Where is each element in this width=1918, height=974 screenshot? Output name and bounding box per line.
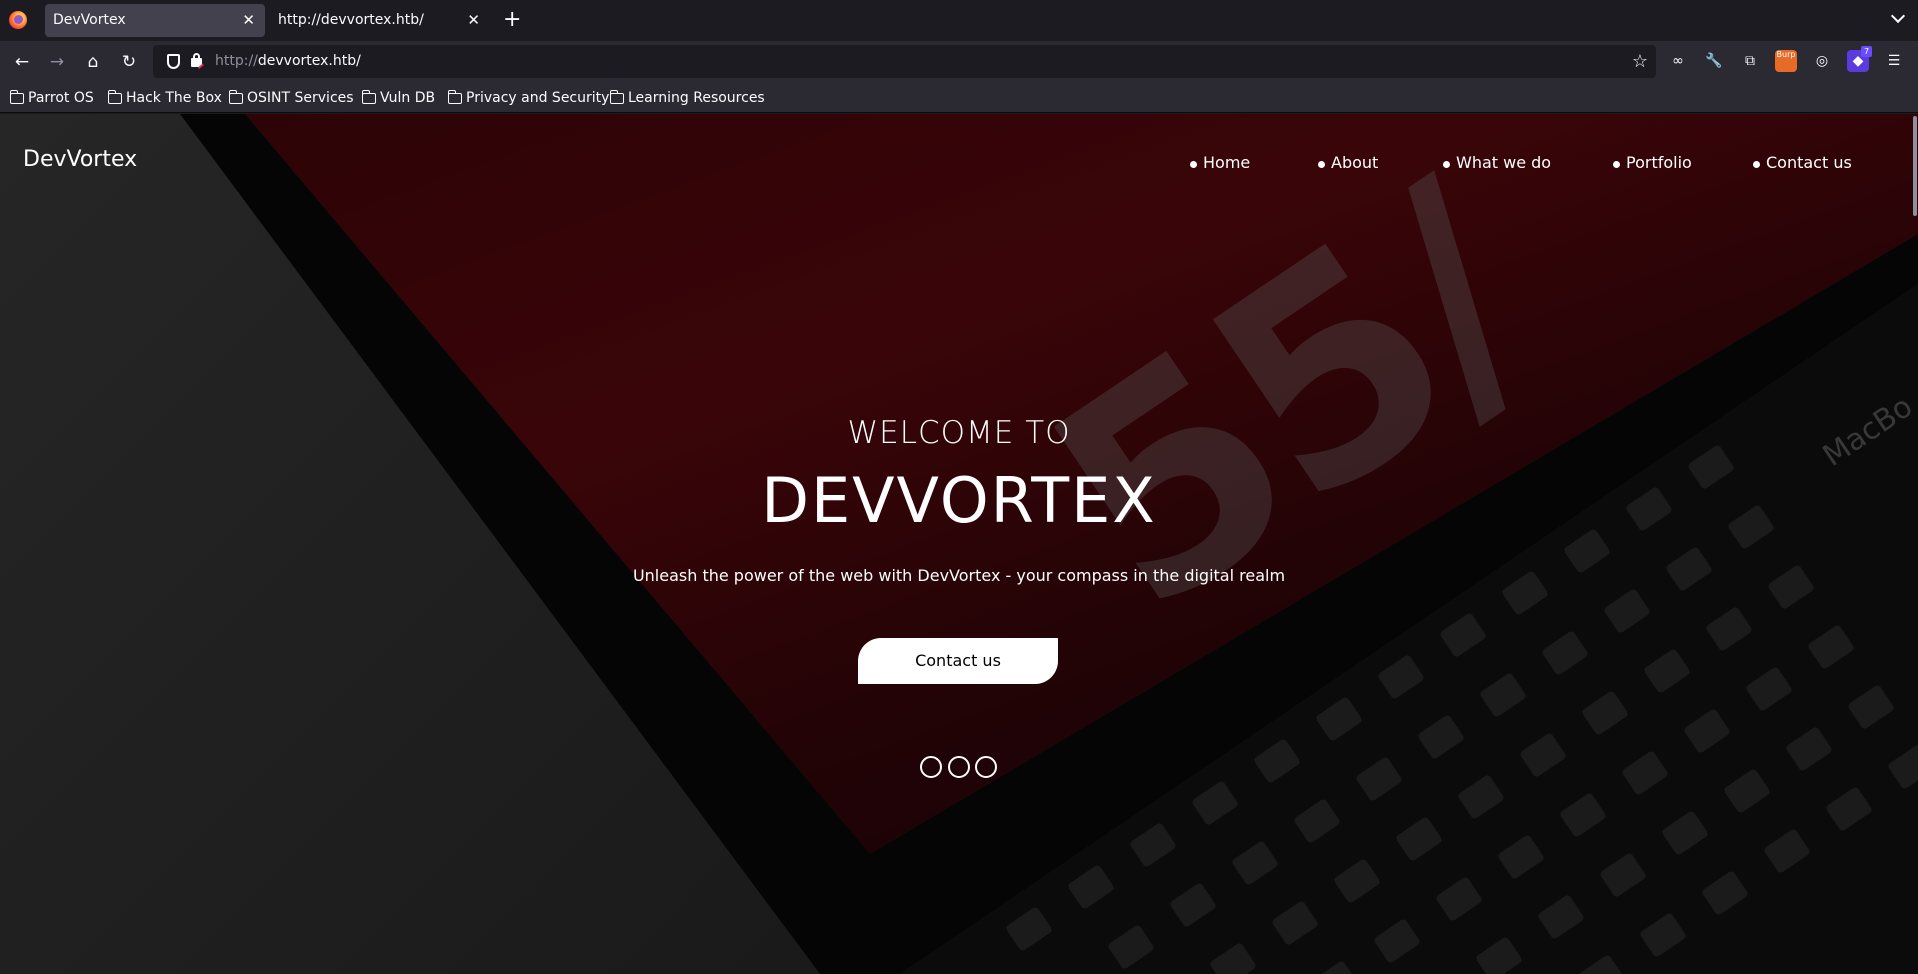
folder-icon xyxy=(9,90,24,104)
back-arrow-icon[interactable]: ← xyxy=(9,49,35,75)
home-icon[interactable]: ⌂ xyxy=(80,49,106,75)
bookmark-vuln-db[interactable]: Vuln DB xyxy=(361,88,436,108)
url-bar[interactable]: http://devvortex.htb/ ☆ xyxy=(153,45,1656,78)
forward-arrow-icon[interactable]: → xyxy=(44,49,70,75)
hero-tagline: Unleash the power of the web with DevVor… xyxy=(632,566,1286,585)
cookie-icon[interactable]: ◎ xyxy=(1811,50,1833,72)
burp-extension-icon[interactable]: Burp xyxy=(1775,50,1797,72)
url-scheme: http:// xyxy=(215,53,258,69)
folder-icon xyxy=(228,90,243,104)
bookmark-label: OSINT Services xyxy=(247,90,354,106)
private-mask-icon[interactable]: ∞ xyxy=(1667,50,1689,72)
scrollbar-thumb[interactable] xyxy=(1913,116,1917,216)
carousel-dot[interactable] xyxy=(948,756,970,778)
bookmark-learning-resources[interactable]: Learning Resources xyxy=(609,88,765,108)
tab-devvortex[interactable]: DevVortex ✕ xyxy=(45,4,265,37)
tab-title: http://devvortex.htb/ xyxy=(278,12,424,28)
hero-welcome: WELCOME TO xyxy=(847,415,1071,451)
nav-what-we-do[interactable]: What we do xyxy=(1443,151,1551,175)
bookmark-hack-the-box[interactable]: Hack The Box xyxy=(107,88,222,108)
tab-title: DevVortex xyxy=(53,12,126,28)
extension-badge: 7 xyxy=(1861,46,1872,57)
carousel-dot[interactable] xyxy=(920,756,942,778)
site-logo[interactable]: DevVortex xyxy=(23,147,137,172)
close-tab-icon[interactable]: ✕ xyxy=(467,4,480,37)
url-host: devvortex.htb/ xyxy=(257,53,361,69)
bookmark-star-icon[interactable]: ☆ xyxy=(1632,51,1648,72)
menu-icon[interactable]: ☰ xyxy=(1883,50,1905,72)
bookmark-label: Parrot OS xyxy=(28,90,94,106)
bookmark-parrot-os[interactable]: Parrot OS xyxy=(9,88,94,108)
shield-icon[interactable] xyxy=(167,54,180,69)
reload-icon[interactable]: ↻ xyxy=(116,49,142,75)
nav-contact-us[interactable]: Contact us xyxy=(1753,151,1852,175)
page-viewport: 55/ MacBo DevVortex Home About What we d… xyxy=(0,114,1918,974)
bookmark-privacy-and-security[interactable]: Privacy and Security xyxy=(447,88,610,108)
burp-label: Burp xyxy=(1776,50,1796,59)
carousel-dot[interactable] xyxy=(975,756,997,778)
firefox-icon[interactable] xyxy=(9,11,27,29)
navigation-toolbar: ← → ⌂ ↻ http://devvortex.htb/ ☆ ∞ 🔧 ⧉ Bu… xyxy=(0,41,1918,82)
folder-icon xyxy=(107,90,122,104)
wrench-icon[interactable]: 🔧 xyxy=(1703,50,1725,72)
chevron-down-icon[interactable] xyxy=(1892,10,1904,22)
hero-title: DEVVORTEX xyxy=(761,464,1157,537)
insecure-lock-icon[interactable] xyxy=(191,53,202,67)
tab-strip: DevVortex ✕ http://devvortex.htb/ ✕ + xyxy=(0,0,1918,41)
tab-devvortex-url[interactable]: http://devvortex.htb/ ✕ xyxy=(270,4,490,37)
contact-us-button[interactable]: Contact us xyxy=(858,638,1058,684)
bookmark-label: Vuln DB xyxy=(380,90,436,106)
extensions-icon[interactable]: ⧉ xyxy=(1739,50,1761,72)
nav-home[interactable]: Home xyxy=(1190,151,1250,175)
bookmark-label: Hack The Box xyxy=(126,90,222,106)
nav-about[interactable]: About xyxy=(1318,151,1378,175)
nav-portfolio[interactable]: Portfolio xyxy=(1613,151,1692,175)
folder-icon xyxy=(447,90,462,104)
close-tab-icon[interactable]: ✕ xyxy=(242,4,255,37)
extension-icon[interactable]: ◆ 7 xyxy=(1847,46,1872,72)
page-scrollbar[interactable] xyxy=(1910,114,1918,974)
bookmark-label: Learning Resources xyxy=(628,90,765,106)
url-text[interactable]: http://devvortex.htb/ xyxy=(215,45,361,78)
new-tab-icon[interactable]: + xyxy=(503,7,521,33)
bookmark-label: Privacy and Security xyxy=(466,90,610,106)
bookmark-osint-services[interactable]: OSINT Services xyxy=(228,88,354,108)
folder-icon xyxy=(609,90,624,104)
folder-icon xyxy=(361,90,376,104)
bookmarks-bar: Parrot OS Hack The Box OSINT Services Vu… xyxy=(0,82,1918,113)
